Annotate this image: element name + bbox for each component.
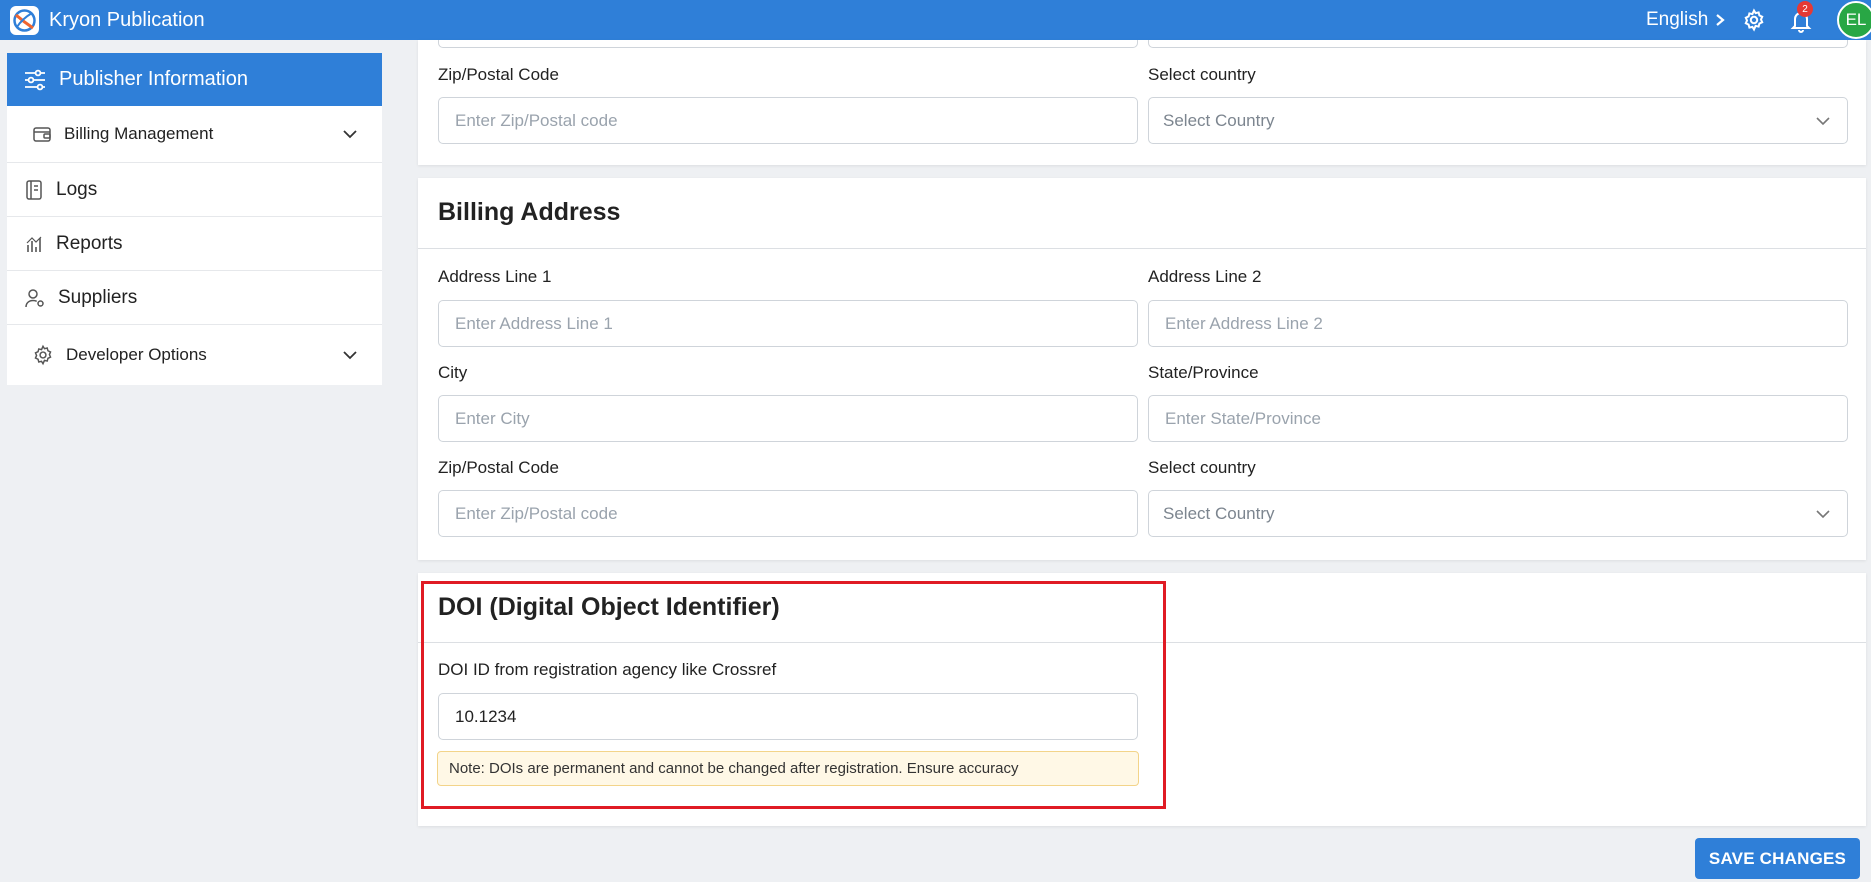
sidebar: Publisher Information Billing Management…: [7, 53, 382, 385]
gear-icon: [34, 344, 52, 366]
cut-off-input: [1148, 40, 1848, 48]
address-line1-label: Address Line 1: [438, 267, 552, 286]
kryon-logo-icon: [10, 6, 39, 35]
country-label: Select country: [1148, 458, 1256, 477]
doi-label: DOI ID from registration agency like Cro…: [438, 660, 777, 679]
cut-off-input: [438, 40, 1138, 48]
divider: [418, 248, 1866, 249]
sliders-icon: [25, 69, 45, 90]
save-changes-button[interactable]: SAVE CHANGES: [1695, 838, 1860, 879]
sidebar-item-label: Billing Management: [64, 124, 214, 143]
doi-title: DOI (Digital Object Identifier): [438, 593, 780, 621]
country-select[interactable]: Select Country: [1148, 490, 1848, 537]
city-label: City: [438, 363, 468, 382]
user-settings-icon: [25, 288, 44, 307]
sidebar-item-billing-management[interactable]: Billing Management: [7, 106, 382, 163]
country-select-value: Select Country: [1163, 503, 1275, 523]
sidebar-item-label: Logs: [56, 178, 98, 200]
address-line2-input[interactable]: [1148, 300, 1848, 347]
language-selector[interactable]: English: [1646, 9, 1726, 31]
chevron-down-icon: [1816, 509, 1830, 518]
sidebar-item-reports[interactable]: Reports: [7, 217, 382, 271]
divider: [418, 642, 1866, 643]
zip-input[interactable]: [438, 490, 1138, 537]
notification-badge: 2: [1797, 1, 1813, 17]
sidebar-item-developer-options[interactable]: Developer Options: [7, 325, 382, 385]
country-select-value: Select Country: [1163, 110, 1275, 130]
city-input[interactable]: [438, 395, 1138, 442]
state-input[interactable]: [1148, 395, 1848, 442]
app-title: Kryon Publication: [49, 9, 205, 31]
sidebar-item-label: Developer Options: [66, 345, 207, 364]
sidebar-item-label: Publisher Information: [59, 68, 248, 90]
language-label: English: [1646, 9, 1709, 30]
bar-chart-icon: [26, 236, 42, 252]
sidebar-item-label: Reports: [56, 232, 123, 254]
address-line1-input[interactable]: [438, 300, 1138, 347]
state-label: State/Province: [1148, 363, 1259, 382]
chevron-down-icon[interactable]: [342, 129, 358, 139]
avatar[interactable]: EL: [1837, 1, 1871, 39]
doi-note: Note: DOIs are permanent and cannot be c…: [437, 751, 1139, 786]
sidebar-item-publisher-information[interactable]: Publisher Information: [7, 53, 382, 106]
chevron-right-icon: [1716, 14, 1726, 26]
gear-icon[interactable]: [1742, 8, 1766, 37]
chevron-down-icon[interactable]: [342, 350, 358, 360]
address-card: Zip/Postal Code Select country Select Co…: [418, 40, 1866, 165]
zip-input[interactable]: [438, 97, 1138, 144]
brand[interactable]: Kryon Publication: [10, 6, 205, 35]
wallet-icon: [33, 127, 51, 142]
country-label: Select country: [1148, 65, 1256, 84]
billing-title: Billing Address: [438, 198, 621, 226]
sidebar-item-label: Suppliers: [58, 286, 138, 308]
doi-input[interactable]: [438, 693, 1138, 740]
notebook-icon: [26, 179, 42, 200]
billing-address-card: Billing Address Address Line 1 Address L…: [418, 178, 1866, 560]
zip-label: Zip/Postal Code: [438, 65, 559, 84]
sidebar-item-suppliers[interactable]: Suppliers: [7, 271, 382, 325]
zip-label: Zip/Postal Code: [438, 458, 559, 477]
doi-card: DOI (Digital Object Identifier) DOI ID f…: [418, 573, 1866, 826]
sidebar-item-logs[interactable]: Logs: [7, 163, 382, 217]
top-bar: Kryon Publication English 2 EL: [0, 0, 1871, 40]
chevron-down-icon: [1816, 116, 1830, 125]
country-select[interactable]: Select Country: [1148, 97, 1848, 144]
address-line2-label: Address Line 2: [1148, 267, 1262, 286]
